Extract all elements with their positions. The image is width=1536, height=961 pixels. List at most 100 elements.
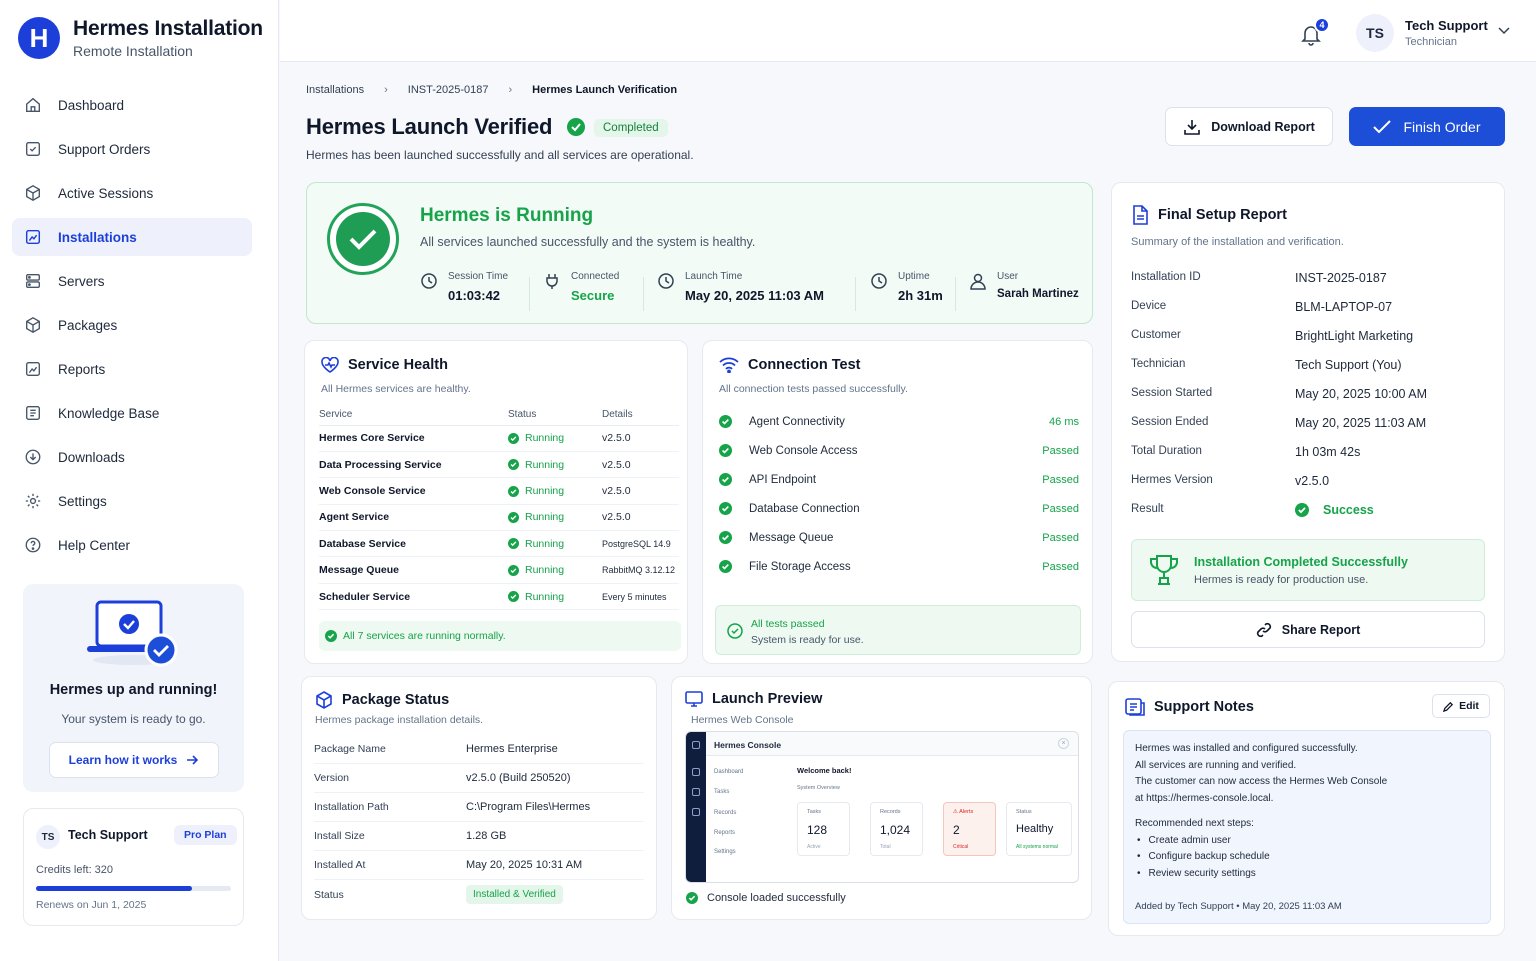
console-nav-item: Tasks [714, 789, 730, 795]
plug-icon [546, 274, 558, 289]
report-field: Session Started May 20, 2025 10:00 AM [1131, 387, 1491, 401]
sidebar-item-knowledge-base[interactable]: Knowledge Base [12, 394, 252, 432]
checklist-icon [26, 142, 40, 156]
finish-order-label: Finish Order [1403, 118, 1481, 135]
user-name[interactable]: Tech Support [1405, 18, 1488, 33]
note-line: All services are running and verified. [1135, 759, 1297, 771]
check-circle-icon [719, 531, 732, 544]
field-key: Total Duration [1131, 445, 1202, 457]
sidebar-item-label: Installations [58, 229, 137, 245]
service-status-text: Running [525, 484, 565, 497]
final-setup-report-card: Final Setup Report Summary of the instal… [1111, 182, 1505, 662]
wifi-icon [719, 357, 739, 373]
field-value: v2.5.0 (Build 250520) [466, 772, 571, 784]
close-icon[interactable]: × [1058, 738, 1069, 749]
sidebar-item-help-center[interactable]: Help Center [12, 526, 252, 564]
console-tile-records: Records 1,024 Total [870, 802, 923, 856]
breadcrumb-item[interactable]: INST-2025-0187 [408, 84, 489, 96]
sidebar-item-label: Servers [58, 273, 105, 289]
check-icon [1373, 119, 1392, 133]
monitor-icon [685, 691, 703, 707]
service-status: Running [508, 530, 602, 558]
plan-user-name: Tech Support [68, 828, 148, 842]
tile-label: Tasks [807, 809, 822, 815]
sidebar-item-active-sessions[interactable]: Active Sessions [12, 174, 252, 212]
field-value: v2.5.0 [1295, 474, 1330, 488]
check-circle-icon [508, 512, 519, 524]
breadcrumb-separator: › [508, 84, 513, 96]
field-value: Success [1295, 503, 1374, 517]
hero-title: Hermes is Running [420, 205, 594, 226]
notes-content: Hermes was installed and configured succ… [1123, 730, 1491, 924]
breadcrumb-item[interactable]: Installations [306, 84, 364, 96]
connection-test-row: Web Console Access Passed [719, 444, 1079, 457]
success-banner: Installation Completed Successfully Herm… [1131, 539, 1485, 601]
field-key: Technician [1131, 358, 1186, 370]
console-preview[interactable]: Hermes Console × Dashboard Tasks Records… [685, 731, 1079, 883]
console-welcome: Welcome back! [797, 766, 852, 775]
sidebar-item-reports[interactable]: Reports [12, 350, 252, 388]
sidebar-item-downloads[interactable]: Downloads [12, 438, 252, 476]
chevron-down-icon[interactable] [1498, 27, 1510, 35]
finish-order-button[interactable]: Finish Order [1349, 107, 1505, 146]
check-circle-icon [508, 485, 519, 497]
step-item: Configure backup schedule [1137, 849, 1479, 866]
column-header: Status [508, 405, 602, 426]
service-status: Running [508, 477, 602, 505]
status-badge: Completed [594, 119, 668, 137]
hero-subtitle: All services launched successfully and t… [420, 235, 756, 249]
console-nav-item: Dashboard [714, 769, 744, 775]
sidebar-item-label: Dashboard [58, 97, 125, 113]
sessions-icon [26, 185, 40, 201]
success-subtitle: Hermes is ready for production use. [1194, 574, 1369, 586]
tile-value: Healthy [1016, 823, 1054, 835]
brand[interactable]: H Hermes Installation Remote Installatio… [18, 17, 263, 59]
card-subtitle: Hermes package installation details. [315, 714, 484, 726]
brand-logo: H [18, 17, 60, 59]
console-overview: System Overview [797, 785, 840, 791]
sidebar-item-dashboard[interactable]: Dashboard [12, 86, 252, 124]
check-circle-icon [508, 538, 519, 550]
stat-label: Launch Time [685, 271, 743, 282]
breadcrumb: Installations › INST-2025-0187 › Hermes … [306, 84, 677, 96]
share-report-button[interactable]: Share Report [1131, 611, 1485, 648]
link-icon [1256, 622, 1271, 637]
console-nav-item: Reports [714, 830, 736, 836]
card-subtitle: Hermes Web Console [691, 714, 794, 726]
note-line: at https://hermes-console.local. [1135, 792, 1274, 804]
installations-icon [25, 229, 41, 245]
field-key: Installed At [314, 859, 366, 871]
note-meta: Added by Tech Support • May 20, 2025 11:… [1135, 901, 1342, 912]
table-row: Data Processing Service Running v2.5.0 [319, 451, 679, 479]
launch-preview-card: Launch Preview Hermes Web Console Hermes… [671, 676, 1092, 920]
sidebar-item-packages[interactable]: Packages [12, 306, 252, 344]
service-name: Message Queue [319, 556, 508, 584]
edit-notes-button[interactable]: Edit [1432, 694, 1490, 718]
credits-progress [36, 886, 231, 891]
sidebar-item-support-orders[interactable]: Support Orders [12, 130, 252, 168]
report-field: Session Ended May 20, 2025 11:03 AM [1131, 416, 1491, 430]
service-status: Running [508, 583, 602, 611]
table-row: Message Queue Running RabbitMQ 3.12.12 [319, 556, 679, 584]
field-value: Tech Support (You) [1295, 358, 1402, 372]
field-value: Hermes Enterprise [466, 743, 558, 755]
test-name: Message Queue [749, 531, 834, 544]
package-field: Install Size 1.28 GB [314, 822, 644, 851]
sidebar-item-settings[interactable]: Settings [12, 482, 252, 520]
card-title: Service Health [348, 357, 448, 373]
download-report-button[interactable]: Download Report [1165, 107, 1333, 146]
steps-title: Recommended next steps: [1135, 818, 1254, 829]
credits-progress-fill [36, 886, 192, 891]
report-field: Result Success [1131, 503, 1491, 517]
field-key: Package Name [314, 743, 386, 755]
learn-how-button[interactable]: Learn how it works [49, 742, 219, 778]
user-avatar[interactable]: TS [1356, 14, 1394, 52]
package-icon [26, 317, 40, 333]
check-circle-icon [508, 591, 519, 603]
service-name: Data Processing Service [319, 451, 508, 479]
test-result: Passed [1042, 560, 1079, 573]
notes-icon [1125, 698, 1145, 716]
sidebar-item-installations[interactable]: Installations [12, 218, 252, 256]
sidebar-item-servers[interactable]: Servers [12, 262, 252, 300]
page-title: Hermes Launch Verified [306, 114, 553, 139]
